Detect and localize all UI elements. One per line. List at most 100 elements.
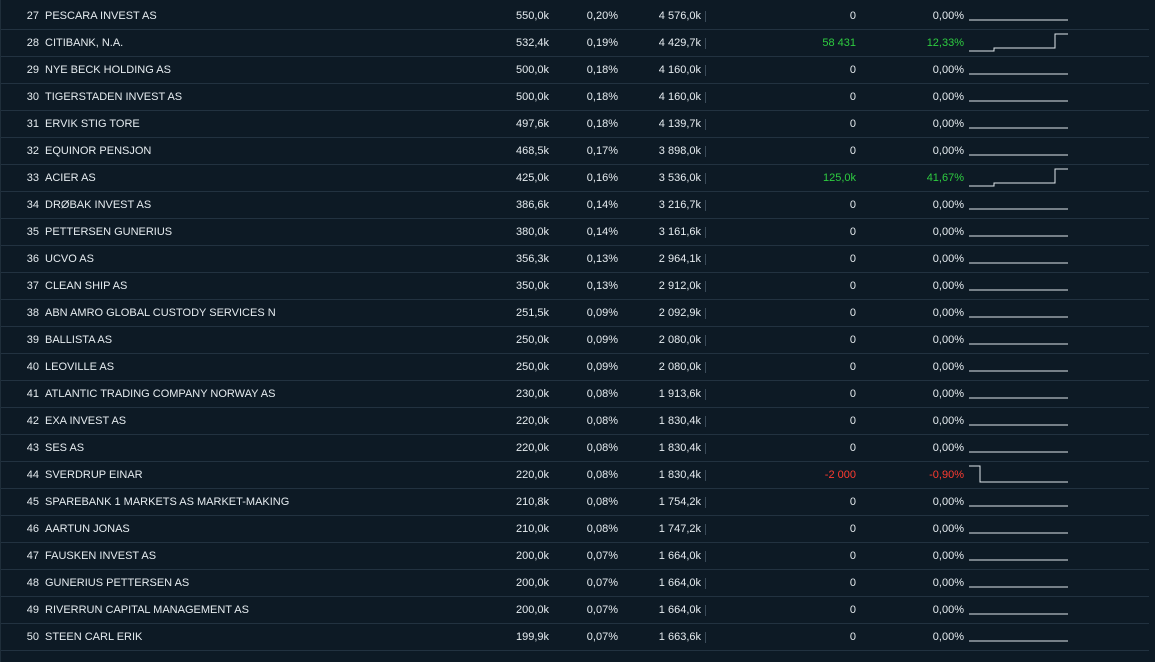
table-row[interactable]: 32 EQUINOR PENSJON 468,5k 0,17% 3 898,0k 0 0,0…: [1, 138, 1149, 165]
table-row[interactable]: 27 PESCARA INVEST AS 550,0k 0,20% 4 576,0k 0 0…: [1, 3, 1149, 30]
change-percent-cell: 0,00%: [932, 415, 964, 427]
table-row[interactable]: 35 PETTERSEN GUNERIUS 380,0k 0,14% 3 161,6k 0…: [1, 219, 1149, 246]
value-cell: 2 080,0k: [658, 361, 701, 373]
table-row[interactable]: 50 STEEN CARL ERIK 199,9k 0,07% 1 663,6k 0 0,0…: [1, 624, 1149, 651]
rank-cell: 30: [26, 91, 39, 103]
table-row[interactable]: 31 ERVIK STIG TORE 497,6k 0,18% 4 139,7k 0 0,0…: [1, 111, 1149, 138]
change-cell: 0: [849, 523, 856, 535]
ownership-percent-cell: 0,09%: [586, 361, 618, 373]
sparkline-path: [969, 33, 1068, 52]
value-cell: 1 664,0k: [658, 577, 701, 589]
rank-cell: 41: [26, 388, 39, 400]
ownership-percent-cell: 0,13%: [586, 280, 618, 292]
column-separator: [705, 11, 706, 22]
rank-cell: 45: [26, 496, 39, 508]
holder-name: TIGERSTADEN INVEST AS: [45, 91, 183, 103]
shares-cell: 468,5k: [515, 145, 549, 157]
ownership-percent-cell: 0,08%: [586, 523, 618, 535]
column-separator: [705, 65, 706, 76]
holder-name: SES AS: [45, 442, 85, 454]
value-cell: 2 912,0k: [658, 280, 701, 292]
shares-cell: 350,0k: [515, 280, 549, 292]
holder-name: SVERDRUP EINAR: [45, 469, 143, 481]
holder-name: ERVIK STIG TORE: [45, 118, 140, 130]
ownership-percent-cell: 0,08%: [586, 496, 618, 508]
table-row[interactable]: 37 CLEAN SHIP AS 350,0k 0,13% 2 912,0k 0 0,00%: [1, 273, 1149, 300]
table-row[interactable]: 29 NYE BECK HOLDING AS 500,0k 0,18% 4 160,0k…: [1, 57, 1149, 84]
holder-name: LEOVILLE AS: [45, 361, 115, 373]
ownership-percent-cell: 0,18%: [586, 118, 618, 130]
table-row[interactable]: 49 RIVERRUN CAPITAL MANAGEMENT AS 200,0k 0,…: [1, 597, 1149, 624]
trend-sparkline: [969, 73, 1068, 75]
value-cell: 1 747,2k: [658, 523, 701, 535]
shares-cell: 200,0k: [515, 577, 549, 589]
value-cell: 1 830,4k: [658, 469, 701, 481]
rank-cell: 50: [26, 631, 39, 643]
table-row[interactable]: 34 DRØBAK INVEST AS 386,6k 0,14% 3 216,7k 0 0,…: [1, 192, 1149, 219]
ownership-percent-cell: 0,08%: [586, 442, 618, 454]
table-row[interactable]: 38 ABN AMRO GLOBAL CUSTODY SERVICES N 251,…: [1, 300, 1149, 327]
change-cell: 0: [849, 550, 856, 562]
table-row[interactable]: 41 ATLANTIC TRADING COMPANY NORWAY AS 230,…: [1, 381, 1149, 408]
table-row[interactable]: 42 EXA INVEST AS 220,0k 0,08% 1 830,4k 0 0,00%: [1, 408, 1149, 435]
trend-sparkline: [969, 208, 1068, 210]
change-percent-cell: 0,00%: [932, 145, 964, 157]
column-separator: [705, 524, 706, 535]
change-percent-cell: 0,00%: [932, 199, 964, 211]
shares-cell: 230,0k: [515, 388, 549, 400]
change-percent-cell: -0,90%: [929, 469, 964, 481]
change-cell: 0: [849, 388, 856, 400]
column-separator: [705, 416, 706, 427]
column-separator: [705, 497, 706, 508]
table-row[interactable]: 44 SVERDRUP EINAR 220,0k 0,08% 1 830,4k -2 00…: [1, 462, 1149, 489]
table-row[interactable]: 28 CITIBANK, N.A. 532,4k 0,19% 4 429,7k 58 43…: [1, 30, 1149, 57]
trend-sparkline: [969, 370, 1068, 372]
table-row[interactable]: 47 FAUSKEN INVEST AS 200,0k 0,07% 1 664,0k 0 0…: [1, 543, 1149, 570]
table-row[interactable]: 48 GUNERIUS PETTERSEN AS 200,0k 0,07% 1 664,…: [1, 570, 1149, 597]
value-cell: 1 663,6k: [658, 631, 701, 643]
shares-cell: 500,0k: [515, 64, 549, 76]
trend-sparkline: [969, 505, 1068, 507]
table-row[interactable]: 39 BALLISTA AS 250,0k 0,09% 2 080,0k 0 0,00%: [1, 327, 1149, 354]
column-separator: [705, 227, 706, 238]
table-row[interactable]: 33 ACIER AS 425,0k 0,16% 3 536,0k 125,0k 41,67…: [1, 165, 1149, 192]
table-row[interactable]: 43 SES AS 220,0k 0,08% 1 830,4k 0 0,00%: [1, 435, 1149, 462]
value-cell: 3 536,0k: [658, 172, 701, 184]
column-separator: [705, 470, 706, 481]
table-row[interactable]: 30 TIGERSTADEN INVEST AS 500,0k 0,18% 4 160,…: [1, 84, 1149, 111]
change-percent-cell: 0,00%: [932, 523, 964, 535]
column-separator: [705, 335, 706, 346]
change-percent-cell: 0,00%: [932, 361, 964, 373]
change-percent-cell: 0,00%: [932, 307, 964, 319]
table-row[interactable]: 45 SPAREBANK 1 MARKETS AS MARKET-MAKING 21…: [1, 489, 1149, 516]
value-cell: 1 664,0k: [658, 604, 701, 616]
change-percent-cell: 0,00%: [932, 226, 964, 238]
holder-name: SPAREBANK 1 MARKETS AS MARKET-MAKING: [45, 496, 290, 508]
holder-name: EXA INVEST AS: [45, 415, 127, 427]
trend-sparkline: [969, 451, 1068, 453]
shares-cell: 550,0k: [515, 10, 549, 22]
table-row[interactable]: 40 LEOVILLE AS 250,0k 0,09% 2 080,0k 0 0,00%: [1, 354, 1149, 381]
change-cell: 0: [849, 145, 856, 157]
table-row[interactable]: 46 AARTUN JONAS 210,0k 0,08% 1 747,2k 0 0,00%: [1, 516, 1149, 543]
ownership-percent-cell: 0,09%: [586, 334, 618, 346]
trend-sparkline: [969, 465, 1068, 483]
table-row[interactable]: 36 UCVO AS 356,3k 0,13% 2 964,1k 0 0,00%: [1, 246, 1149, 273]
rank-cell: 44: [26, 469, 39, 481]
change-cell: -2 000: [824, 469, 856, 481]
column-separator: [705, 119, 706, 130]
change-cell: 0: [849, 496, 856, 508]
shareholder-table: 27 PESCARA INVEST AS 550,0k 0,20% 4 576,0k 0 0…: [0, 0, 1155, 662]
column-separator: [705, 173, 706, 184]
column-separator: [705, 254, 706, 265]
trend-sparkline: [969, 316, 1068, 318]
change-percent-cell: 0,00%: [932, 334, 964, 346]
shares-cell: 250,0k: [515, 334, 549, 346]
value-cell: 4 160,0k: [658, 91, 701, 103]
column-separator: [705, 308, 706, 319]
trend-sparkline: [969, 235, 1068, 237]
change-cell: 0: [849, 280, 856, 292]
ownership-percent-cell: 0,07%: [586, 631, 618, 643]
column-separator: [705, 578, 706, 589]
holder-name: ABN AMRO GLOBAL CUSTODY SERVICES N: [45, 307, 276, 319]
